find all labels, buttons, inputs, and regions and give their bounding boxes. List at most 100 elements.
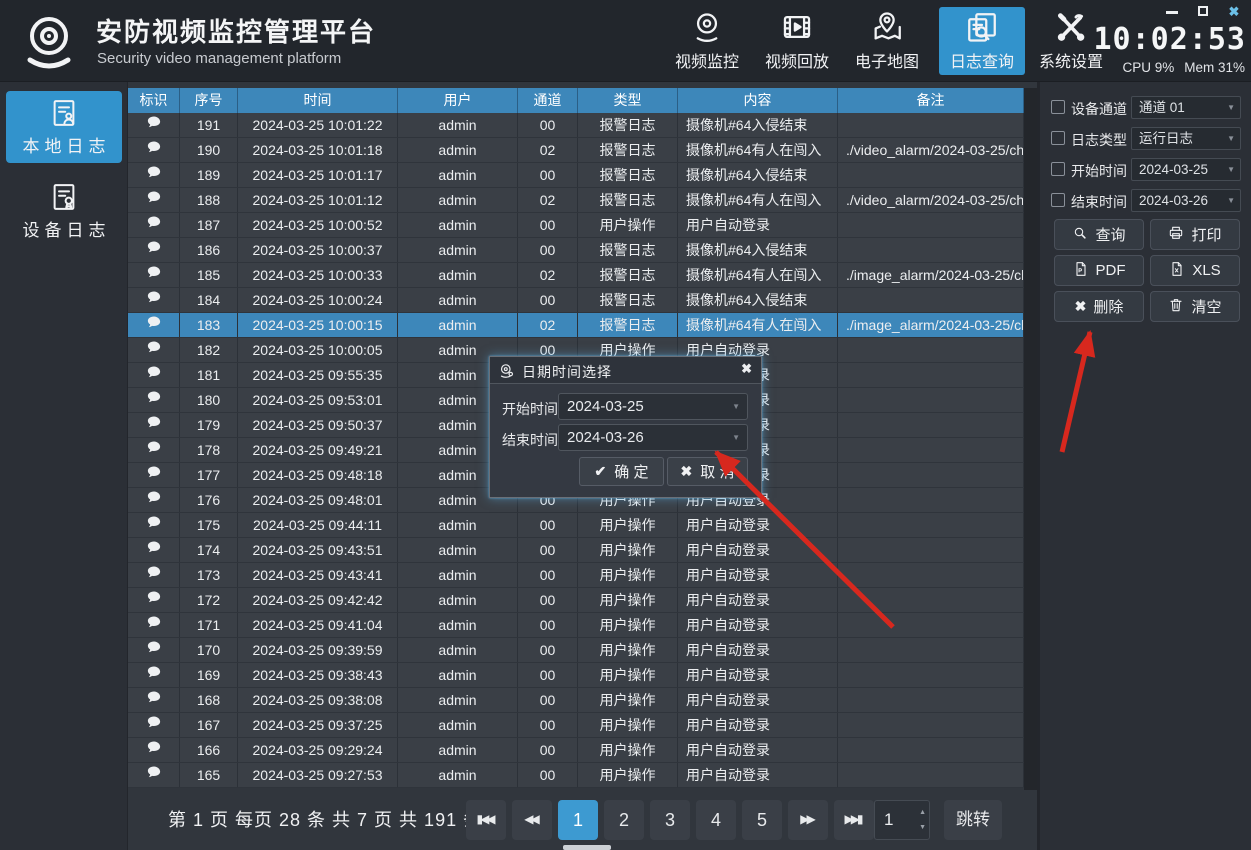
nav-label: 日志查询 — [950, 48, 1014, 72]
nav-item-log-query[interactable]: 日志查询 — [939, 7, 1025, 75]
table-row[interactable]: 1882024-03-25 10:01:12admin02报警日志摄像机#64有… — [128, 188, 1024, 213]
comment-icon — [128, 263, 180, 287]
filter-row-end-time: 结束时间2024-03-26▼ — [1040, 189, 1251, 213]
page-button-2[interactable]: 2 — [604, 800, 644, 840]
page-jump-value: 1 — [884, 801, 893, 839]
nav-item-e-map[interactable]: 电子地图 — [844, 7, 930, 75]
first-page-button[interactable]: ▮◀◀ — [466, 800, 506, 840]
table-row[interactable]: 1662024-03-25 09:29:24admin00用户操作用户自动登录 — [128, 738, 1024, 763]
app-window: 安防视频监控管理平台 Security video management pla… — [0, 0, 1251, 850]
last-page-button[interactable]: ▶▶▮ — [834, 800, 874, 840]
column-header[interactable]: 标识 — [128, 88, 180, 113]
cell-remark — [838, 638, 1024, 662]
playback-icon — [780, 10, 814, 44]
table-row[interactable]: 1672024-03-25 09:37:25admin00用户操作用户自动登录 — [128, 713, 1024, 738]
cell-type: 用户操作 — [578, 763, 678, 787]
comment-icon — [128, 288, 180, 312]
xls-button[interactable]: XLS — [1150, 255, 1240, 286]
maximize-button[interactable] — [1194, 3, 1212, 21]
cell-type: 报警日志 — [578, 113, 678, 137]
delete-button[interactable]: ✖删除 — [1054, 291, 1144, 322]
table-row[interactable]: 1682024-03-25 09:38:08admin00用户操作用户自动登录 — [128, 688, 1024, 713]
cell-user: admin — [398, 638, 518, 662]
cell-remark — [838, 388, 1024, 412]
sidebar-item-local-log[interactable]: 本地日志 — [6, 91, 122, 163]
close-button[interactable]: ✖ — [1225, 3, 1243, 21]
spinner-up-icon[interactable]: ▲ — [919, 809, 926, 816]
table-row[interactable]: 1712024-03-25 09:41:04admin00用户操作用户自动登录 — [128, 613, 1024, 638]
table-row[interactable]: 1732024-03-25 09:43:41admin00用户操作用户自动登录 — [128, 563, 1024, 588]
table-row[interactable]: 1832024-03-25 10:00:15admin02报警日志摄像机#64有… — [128, 313, 1024, 338]
table-row[interactable]: 1652024-03-25 09:27:53admin00用户操作用户自动登录 — [128, 763, 1024, 788]
device-channel-select[interactable]: 通道 01▼ — [1131, 96, 1241, 119]
table-scrollbar[interactable] — [1024, 88, 1037, 790]
table-row[interactable]: 1902024-03-25 10:01:18admin02报警日志摄像机#64有… — [128, 138, 1024, 163]
end-time-select[interactable]: 2024-03-26▼ — [1131, 189, 1241, 212]
sidebar-item-device-log[interactable]: 设备日志 — [6, 175, 122, 247]
column-header[interactable]: 通道 — [518, 88, 578, 113]
start-time-select[interactable]: 2024-03-25 ▼ — [558, 393, 748, 420]
cell-content: 用户自动登录 — [678, 513, 838, 537]
dialog-close-icon[interactable]: ✖ — [741, 361, 752, 377]
query-button[interactable]: 查询 — [1054, 219, 1144, 250]
column-header[interactable]: 内容 — [678, 88, 838, 113]
page-button-3[interactable]: 3 — [650, 800, 690, 840]
table-row[interactable]: 1742024-03-25 09:43:51admin00用户操作用户自动登录 — [128, 538, 1024, 563]
cell-content: 摄像机#64入侵结束 — [678, 238, 838, 262]
page-button-1[interactable]: 1 — [558, 800, 598, 840]
nav-item-video-monitor[interactable]: 视频监控 — [664, 7, 750, 75]
table-row[interactable]: 1842024-03-25 10:00:24admin00报警日志摄像机#64入… — [128, 288, 1024, 313]
print-button[interactable]: 打印 — [1150, 219, 1240, 250]
log-type-checkbox[interactable] — [1051, 131, 1065, 145]
table-row[interactable]: 1692024-03-25 09:38:43admin00用户操作用户自动登录 — [128, 663, 1024, 688]
confirm-label: 确 定 — [614, 461, 648, 482]
minimize-button[interactable] — [1163, 3, 1181, 21]
cell-type: 报警日志 — [578, 238, 678, 262]
end-time-checkbox[interactable] — [1051, 193, 1065, 207]
cell-time: 2024-03-25 09:55:35 — [238, 363, 398, 387]
table-row[interactable]: 1702024-03-25 09:39:59admin00用户操作用户自动登录 — [128, 638, 1024, 663]
table-row[interactable]: 1862024-03-25 10:00:37admin00报警日志摄像机#64入… — [128, 238, 1024, 263]
search-icon — [1072, 225, 1088, 245]
comment-icon — [128, 688, 180, 712]
start-time-checkbox[interactable] — [1051, 162, 1065, 176]
start-time-select[interactable]: 2024-03-25▼ — [1131, 158, 1241, 181]
cell-user: admin — [398, 288, 518, 312]
previous-page-button[interactable]: ◀◀ — [512, 800, 552, 840]
clear-button[interactable]: 清空 — [1150, 291, 1240, 322]
cell-channel: 00 — [518, 213, 578, 237]
horizontal-scrollbar-thumb[interactable] — [563, 845, 611, 850]
pdf-button[interactable]: PDF — [1054, 255, 1144, 286]
cell-type: 报警日志 — [578, 138, 678, 162]
table-row[interactable]: 1852024-03-25 10:00:33admin02报警日志摄像机#64有… — [128, 263, 1024, 288]
table-row[interactable]: 1722024-03-25 09:42:42admin00用户操作用户自动登录 — [128, 588, 1024, 613]
spinner-down-icon[interactable]: ▼ — [919, 824, 926, 831]
column-header[interactable]: 序号 — [180, 88, 238, 113]
column-header[interactable]: 用户 — [398, 88, 518, 113]
x-icon: ✖ — [1075, 298, 1087, 315]
confirm-button[interactable]: ✔ 确 定 — [579, 457, 664, 486]
cell-user: admin — [398, 563, 518, 587]
table-row[interactable]: 1912024-03-25 10:01:22admin00报警日志摄像机#64入… — [128, 113, 1024, 138]
table-row[interactable]: 1872024-03-25 10:00:52admin00用户操作用户自动登录 — [128, 213, 1024, 238]
end-time-label: 结束时间 — [502, 430, 558, 450]
cell-time: 2024-03-25 09:38:43 — [238, 663, 398, 687]
column-header[interactable]: 类型 — [578, 88, 678, 113]
next-page-button[interactable]: ▶▶ — [788, 800, 828, 840]
device-channel-checkbox[interactable] — [1051, 100, 1065, 114]
cancel-button[interactable]: ✖ 取 消 — [667, 457, 748, 486]
page-button-4[interactable]: 4 — [696, 800, 736, 840]
jump-button[interactable]: 跳转 — [944, 800, 1002, 840]
log-type-select[interactable]: 运行日志▼ — [1131, 127, 1241, 150]
page-jump-input[interactable]: 1 ▲ ▼ — [874, 800, 930, 840]
cell-time: 2024-03-25 10:00:33 — [238, 263, 398, 287]
column-header[interactable]: 备注 — [838, 88, 1024, 113]
page-button-5[interactable]: 5 — [742, 800, 782, 840]
table-row[interactable]: 1892024-03-25 10:01:17admin00报警日志摄像机#64入… — [128, 163, 1024, 188]
end-time-select[interactable]: 2024-03-26 ▼ — [558, 424, 748, 451]
cell-time: 2024-03-25 09:37:25 — [238, 713, 398, 737]
dialog-titlebar[interactable]: 日期时间选择 ✖ — [490, 357, 761, 384]
column-header[interactable]: 时间 — [238, 88, 398, 113]
table-row[interactable]: 1752024-03-25 09:44:11admin00用户操作用户自动登录 — [128, 513, 1024, 538]
nav-item-video-playback[interactable]: 视频回放 — [754, 7, 840, 75]
